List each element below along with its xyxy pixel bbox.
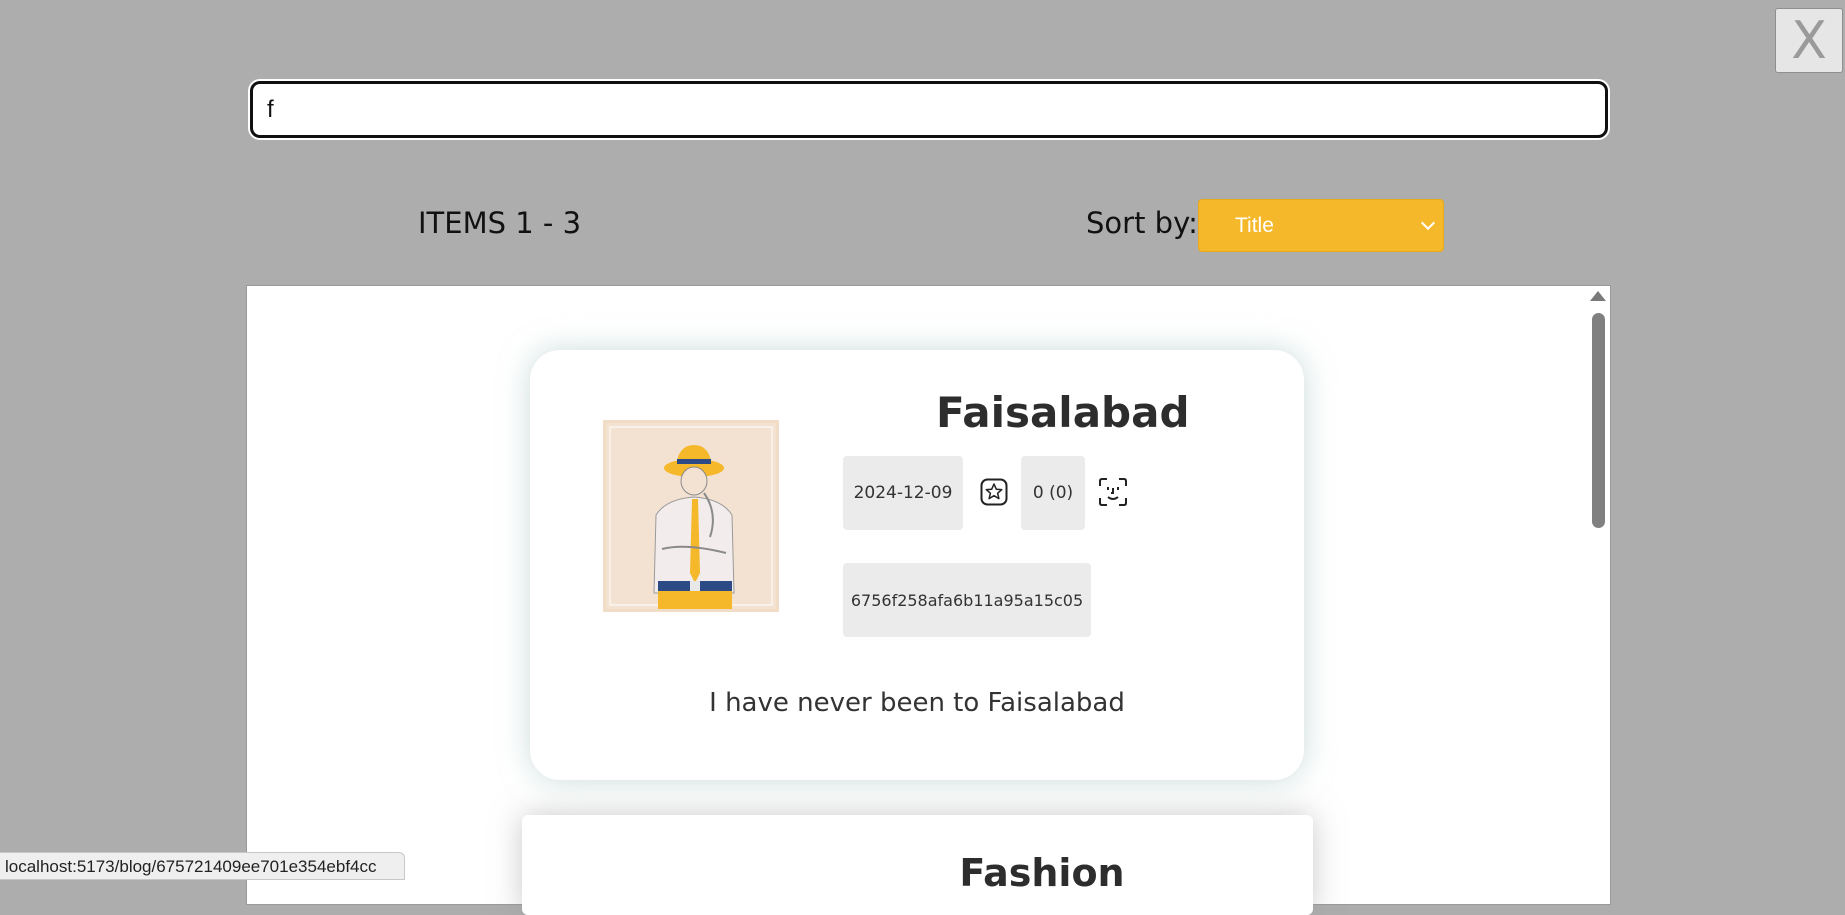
status-bar-url: localhost:5173/blog/675721409ee701e354eb…	[0, 852, 405, 880]
search-input[interactable]	[250, 81, 1608, 138]
card-title[interactable]: Faisalabad	[936, 388, 1190, 437]
id-badge: 6756f258afa6b11a95a15c05	[843, 563, 1091, 637]
items-count: ITEMS 1 - 3	[418, 206, 582, 240]
face-scan-icon[interactable]	[1098, 477, 1128, 507]
chevron-down-icon	[1420, 215, 1436, 231]
sort-select[interactable]: Title	[1198, 199, 1444, 252]
author-avatar	[603, 420, 779, 612]
rating-badge: 0 (0)	[1021, 456, 1085, 530]
sort-label: Sort by:	[1086, 206, 1198, 240]
scroll-up-arrow-icon[interactable]	[1590, 291, 1606, 301]
card-title[interactable]: Fashion	[522, 851, 1562, 895]
close-button[interactable]: X	[1775, 8, 1843, 73]
date-badge: 2024-12-09	[843, 456, 963, 530]
blog-card[interactable]: Fashion	[522, 815, 1313, 915]
scrollbar-thumb[interactable]	[1592, 313, 1605, 528]
blog-card[interactable]: Faisalabad 2024-12-09 0 (0) 6756f258afa6…	[530, 350, 1304, 780]
star-icon[interactable]	[980, 478, 1008, 506]
sort-selected-value: Title	[1235, 214, 1274, 237]
person-illustration-icon	[609, 426, 773, 609]
card-description: I have never been to Faisalabad	[709, 688, 1125, 718]
